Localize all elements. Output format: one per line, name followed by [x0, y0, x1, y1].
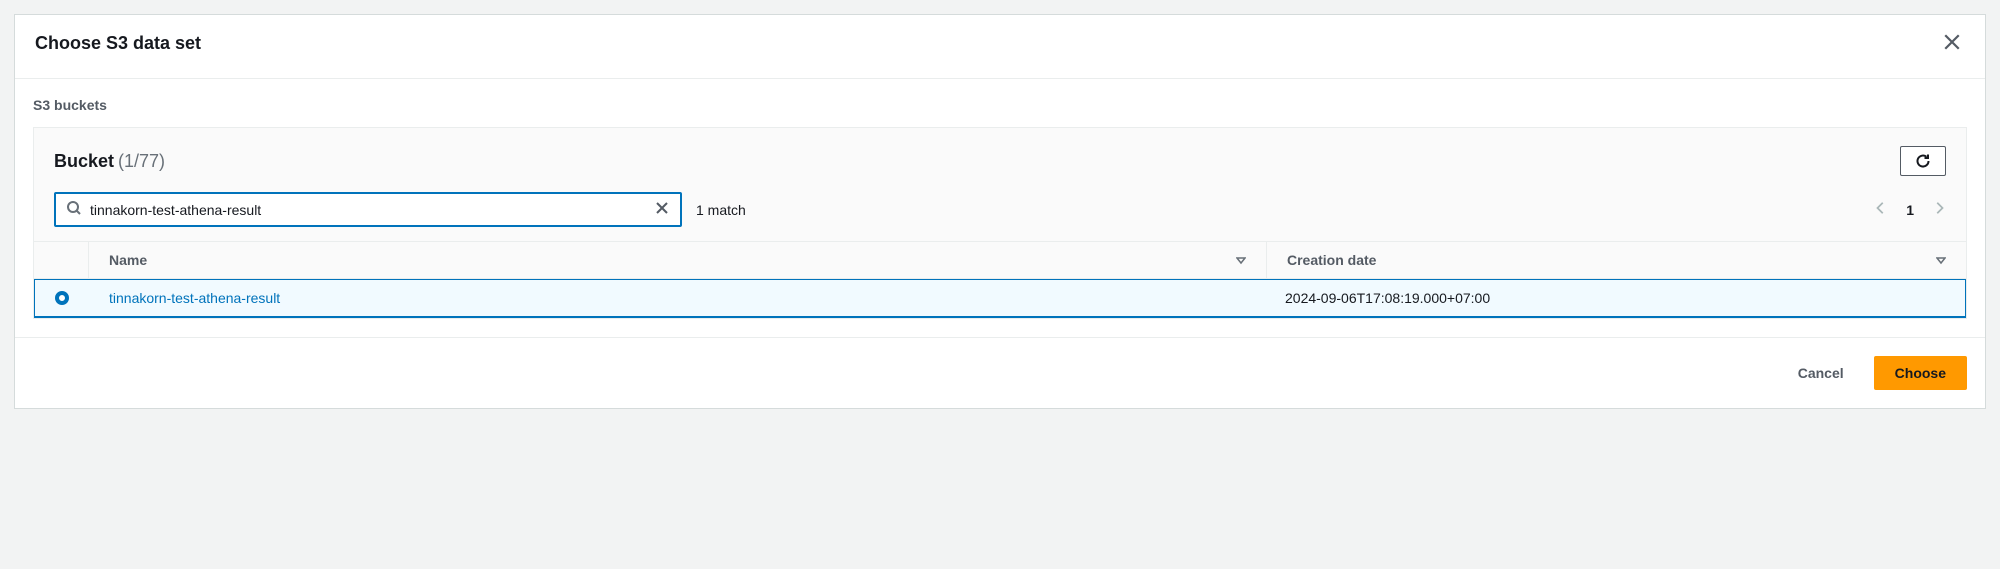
sort-icon [1936, 252, 1946, 268]
choose-s3-modal: Choose S3 data set S3 buckets Bucket (1/… [14, 14, 1986, 409]
column-name-label: Name [109, 252, 147, 268]
clear-search-button[interactable] [654, 200, 670, 219]
row-radio[interactable] [35, 280, 89, 316]
column-date[interactable]: Creation date [1266, 242, 1966, 278]
table-header: Name Creation date [34, 241, 1966, 279]
column-date-label: Creation date [1287, 252, 1376, 268]
row-name: tinnakorn-test-athena-result [89, 280, 1265, 316]
column-radio [34, 242, 88, 278]
search-icon [66, 200, 82, 219]
panel-title: Bucket [54, 151, 114, 172]
search-row: 1 match 1 [34, 192, 1966, 227]
bucket-table: Name Creation date [34, 241, 1966, 318]
close-button[interactable] [1939, 29, 1965, 58]
breadcrumb: S3 buckets [33, 97, 1967, 113]
panel-count: (1/77) [118, 151, 165, 172]
sort-icon [1236, 252, 1246, 268]
pagination: 1 [1874, 201, 1946, 218]
row-date: 2024-09-06T17:08:19.000+07:00 [1265, 280, 1965, 316]
modal-footer: Cancel Choose [15, 337, 1985, 408]
radio-selected-icon [55, 291, 69, 305]
modal-title: Choose S3 data set [35, 33, 201, 54]
search-box [54, 192, 682, 227]
modal-body: S3 buckets Bucket (1/77) [15, 78, 1985, 337]
next-page-button[interactable] [1932, 201, 1946, 218]
search-input[interactable] [90, 202, 654, 218]
page-number: 1 [1906, 202, 1914, 218]
bucket-panel: Bucket (1/77) [33, 127, 1967, 319]
table-row[interactable]: tinnakorn-test-athena-result 2024-09-06T… [34, 279, 1966, 318]
choose-button[interactable]: Choose [1874, 356, 1967, 390]
refresh-button[interactable] [1900, 146, 1946, 176]
cancel-button[interactable]: Cancel [1778, 356, 1864, 390]
prev-page-button[interactable] [1874, 201, 1888, 218]
column-name[interactable]: Name [88, 242, 1266, 278]
close-icon [1943, 33, 1961, 51]
refresh-icon [1915, 153, 1931, 169]
panel-header: Bucket (1/77) [34, 146, 1966, 176]
bucket-link[interactable]: tinnakorn-test-athena-result [109, 290, 280, 306]
modal-header: Choose S3 data set [15, 15, 1985, 78]
panel-title-group: Bucket (1/77) [54, 151, 165, 172]
match-count: 1 match [696, 202, 746, 218]
